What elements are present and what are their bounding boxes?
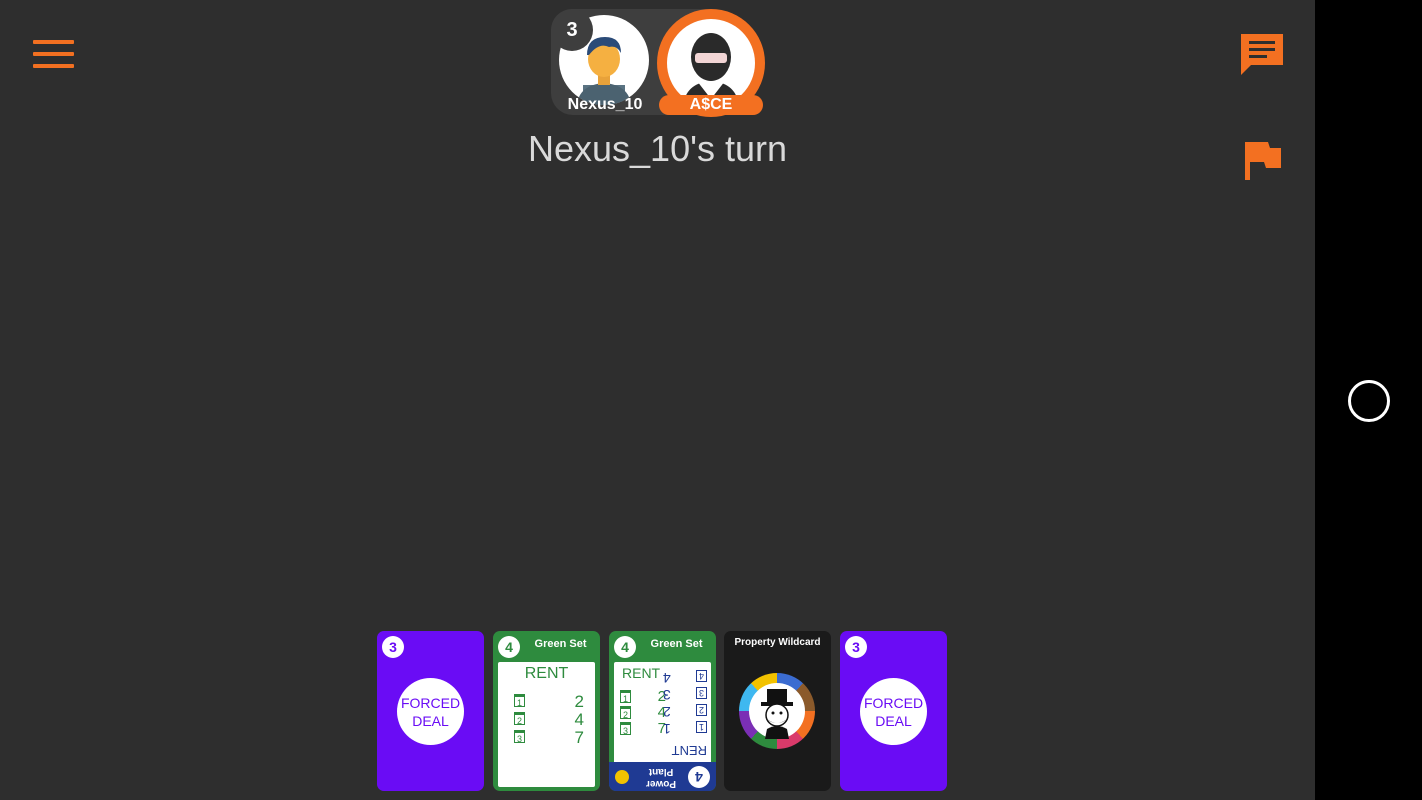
card-action-line: DEAL: [875, 712, 912, 729]
rent-amount: 2: [574, 692, 584, 711]
rent-step: 3: [514, 730, 525, 744]
hand-card-property-wildcard[interactable]: Property Wildcard: [724, 631, 831, 791]
card-set-name: Green Set: [650, 638, 703, 650]
chat-icon[interactable]: [1239, 31, 1285, 77]
card-set-line: Power: [646, 778, 677, 789]
hand-card-green-power-wild[interactable]: 4 Green Set RENT 12 24 37 RENT 1 1 2 2 3…: [609, 631, 716, 791]
rent-row: 1 1: [663, 719, 707, 737]
card-set-line: Plant: [648, 766, 674, 777]
rent-step: 3: [620, 722, 631, 736]
card-action-label: FORCED DEAL: [860, 678, 927, 745]
turn-indicator: Nexus_10's turn: [527, 128, 787, 169]
rent-step: 1: [695, 721, 707, 733]
players-bar: Nexus_10 3 A$CE: [551, 9, 765, 117]
color-wheel: [739, 673, 815, 749]
card-value: 4: [614, 636, 636, 658]
rent-step: 4: [695, 670, 707, 682]
home-circle-icon[interactable]: [1348, 380, 1390, 422]
game-table: Nexus_10 3 A$CE Nexus_10's turn 3 FORCED…: [0, 0, 1315, 800]
card-set-name: Power Plant: [636, 765, 686, 789]
power-plant-strip: 4 Power Plant: [609, 762, 716, 791]
flipped-header: 4 Power Plant: [609, 762, 716, 791]
player-avatar-asce: [667, 19, 755, 107]
rent-amount: 1: [663, 721, 671, 737]
lightning-icon: [615, 770, 629, 784]
rent-row: 37: [514, 728, 584, 747]
rent-row: 37: [620, 720, 666, 738]
rent-row: 12: [514, 692, 584, 711]
card-value: 4: [688, 766, 710, 788]
ninja-avatar-icon: [683, 33, 739, 107]
rent-table: RENT 12 24 37: [498, 662, 595, 787]
rent-row: 3 3: [663, 685, 707, 703]
player-name: A$CE: [659, 95, 763, 115]
rent-title: RENT: [524, 665, 569, 682]
rent-amount: 3: [663, 687, 671, 703]
player-opponent[interactable]: A$CE: [657, 9, 765, 117]
rent-step: 2: [695, 704, 707, 716]
top-hat-mascot-icon: [761, 689, 793, 739]
rent-step: 2: [620, 706, 631, 720]
rent-step: 3: [695, 687, 707, 699]
mascot-icon: [749, 683, 805, 739]
card-action-line: FORCED: [400, 694, 461, 711]
rent-amount: 4: [663, 670, 671, 686]
rent-step: 2: [514, 712, 525, 726]
hand-card-forced-deal[interactable]: 3 FORCED DEAL: [840, 631, 947, 791]
rent-row: 2 2: [663, 702, 707, 720]
rent-step: 1: [620, 690, 631, 704]
rent-title: RENT: [671, 743, 707, 758]
card-set-name: Green Set: [534, 638, 587, 650]
flipped-rent-table: RENT 1 1 2 2 3 3 4 4: [663, 666, 707, 758]
card-value: 3: [845, 636, 867, 658]
rent-amount: 7: [574, 728, 584, 747]
rent-step: 1: [514, 694, 525, 708]
rent-amount: 4: [574, 710, 584, 729]
card-action-label: FORCED DEAL: [397, 678, 464, 745]
rent-table: RENT 12 24 37 RENT 1 1 2 2 3 3 4 4: [614, 662, 711, 762]
rent-amount: 2: [663, 704, 671, 720]
card-value: 4: [498, 636, 520, 658]
flipped-rent-rows: 1 1 2 2 3 3 4 4: [663, 668, 707, 737]
card-action-line: FORCED: [863, 694, 924, 711]
hand-card-green-set[interactable]: 4 Green Set RENT 12 24 37: [493, 631, 600, 791]
player-name: Nexus_10: [567, 96, 643, 113]
card-title: Property Wildcard: [734, 637, 821, 648]
menu-icon[interactable]: [33, 40, 74, 68]
hand-card-forced-deal[interactable]: 3 FORCED DEAL: [377, 631, 484, 791]
rent-row: 24: [514, 710, 584, 729]
card-action-line: DEAL: [412, 712, 449, 729]
rent-row: 4 4: [663, 668, 707, 686]
card-count-badge: 3: [551, 9, 593, 51]
card-value: 3: [382, 636, 404, 658]
